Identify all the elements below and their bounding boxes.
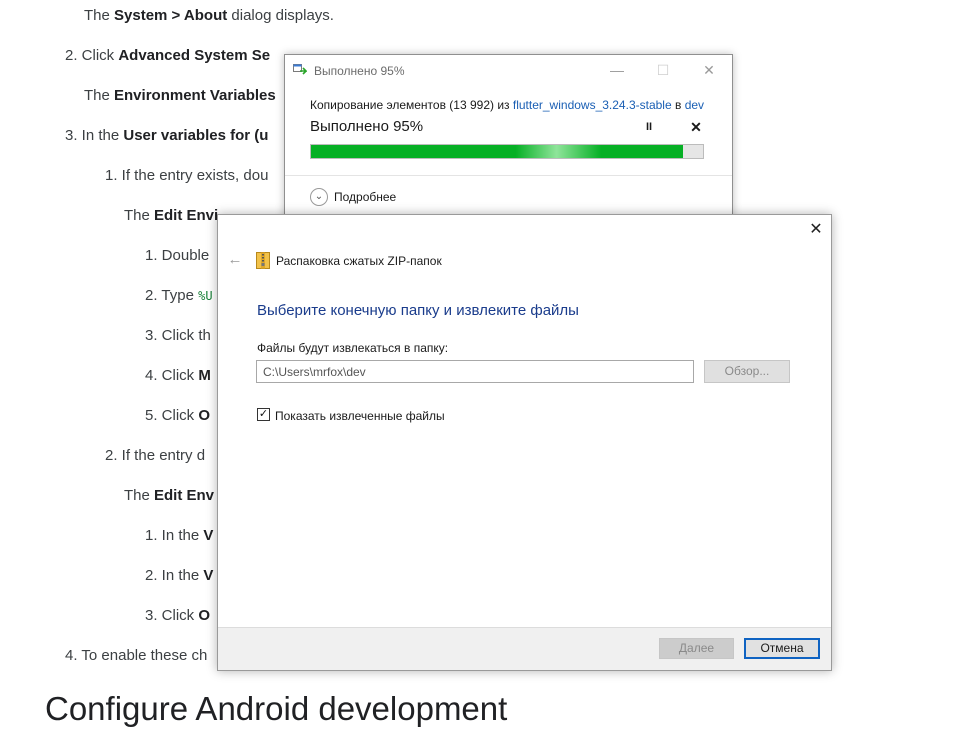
minimize-button[interactable]: — xyxy=(594,55,640,85)
doc-bold-text: M xyxy=(198,367,211,384)
wizard-title: Распаковка сжатых ZIP-папок xyxy=(276,254,442,268)
destination-label: Файлы будут извлекаться в папку: xyxy=(257,341,449,355)
maximize-button: ☐ xyxy=(656,62,670,78)
copy-dialog-titlebar[interactable]: Выполнено 95% — ☐ ✕ xyxy=(285,55,732,85)
close-button[interactable]: ✕ xyxy=(801,215,831,245)
doc-bold-text: O xyxy=(198,607,211,624)
doc-text: 2. In the xyxy=(145,567,204,584)
copy-status: Выполнено 95% xyxy=(310,118,424,135)
doc-paragraph: The Edit Env xyxy=(124,486,214,506)
source-folder-link[interactable]: flutter_windows_3.24.3-stable xyxy=(513,98,672,112)
wizard-footer: Далее Отмена xyxy=(218,627,831,670)
copy-progress-dialog: Выполнено 95% — ☐ ✕ Копирование элементо… xyxy=(284,54,733,231)
more-details-label[interactable]: Подробнее xyxy=(334,190,396,204)
doc-step: 2. Click Advanced System Se xyxy=(65,46,270,66)
doc-text: 1. Double xyxy=(145,247,210,264)
stop-button[interactable]: ✕ xyxy=(688,119,704,135)
doc-substep: 5. Click O xyxy=(145,406,210,426)
doc-substep: 4. Click M xyxy=(145,366,211,386)
doc-text: 5. Click xyxy=(145,407,199,424)
doc-paragraph: The Edit Envi xyxy=(124,206,218,226)
doc-text: The xyxy=(84,7,115,24)
doc-bold-text: User variables for (u xyxy=(123,127,269,144)
doc-substep: 3. Click th xyxy=(145,326,211,346)
section-heading: Configure Android development xyxy=(45,690,508,727)
show-files-label[interactable]: Показать извлеченные файлы xyxy=(275,409,445,423)
doc-substep: 1. Double xyxy=(145,246,209,266)
doc-substep: 1. If the entry exists, dou xyxy=(105,166,268,186)
destination-folder-link[interactable]: dev xyxy=(685,98,704,112)
next-button[interactable]: Далее xyxy=(659,638,734,659)
divider xyxy=(285,175,732,176)
doc-bold-text: Edit Envi xyxy=(154,207,219,224)
doc-substep: 2. In the V xyxy=(145,566,213,586)
doc-text: 4. To enable these ch xyxy=(65,647,208,664)
destination-path-input[interactable] xyxy=(256,360,694,383)
copy-description: Копирование элементов (13 992) из flutte… xyxy=(310,98,704,112)
copy-icon xyxy=(293,64,307,75)
extract-zip-wizard: ✕ ← Распаковка сжатых ZIP-папок Выберите… xyxy=(217,214,832,671)
doc-text: 3. Click xyxy=(145,607,199,624)
progress-fill xyxy=(311,145,684,158)
doc-text: 1. If the entry exists, dou xyxy=(105,167,269,184)
doc-paragraph: The System > About dialog displays. xyxy=(84,6,334,26)
doc-substep: 2. Type %U xyxy=(145,286,213,306)
doc-substep: 1. In the V xyxy=(145,526,213,546)
doc-step: 4. To enable these ch xyxy=(65,646,207,666)
doc-step: 3. In the User variables for (u xyxy=(65,126,268,146)
doc-text: 3. In the xyxy=(65,127,124,144)
doc-paragraph: The Environment Variables xyxy=(84,86,276,106)
close-button[interactable]: ✕ xyxy=(686,55,732,85)
doc-bold-text: Edit Env xyxy=(154,487,215,504)
copy-description-text: в xyxy=(671,98,685,112)
doc-text: 2. Click xyxy=(65,47,119,64)
doc-text: dialog displays. xyxy=(227,7,334,24)
doc-bold-text: Environment Variables xyxy=(114,87,276,104)
doc-text: 3. Click th xyxy=(145,327,211,344)
cancel-button[interactable]: Отмена xyxy=(744,638,820,659)
doc-text: The xyxy=(124,207,155,224)
copy-progress-bar xyxy=(310,144,704,159)
doc-text: 2. If the entry d xyxy=(105,447,206,464)
doc-bold-text: Advanced System Se xyxy=(118,47,271,64)
wizard-heading: Выберите конечную папку и извлеките файл… xyxy=(257,302,579,319)
copy-description-text: Копирование элементов (13 992) из xyxy=(310,98,513,112)
doc-text: 4. Click xyxy=(145,367,199,384)
copy-dialog-title: Выполнено 95% xyxy=(314,64,405,78)
doc-substep: 2. If the entry d xyxy=(105,446,205,466)
back-arrow-icon[interactable]: ← xyxy=(226,251,244,269)
doc-bold-text: V xyxy=(203,567,214,584)
doc-text: 2. Type xyxy=(145,287,199,304)
doc-bold-text: V xyxy=(203,527,214,544)
doc-text: 1. In the xyxy=(145,527,204,544)
doc-bold-text: O xyxy=(198,407,211,424)
doc-bold-text: System > About xyxy=(114,7,228,24)
doc-text: The xyxy=(84,87,115,104)
chevron-down-icon[interactable]: ⌄ xyxy=(310,188,328,206)
pause-button[interactable]: II xyxy=(641,119,657,135)
doc-code: %U xyxy=(198,289,213,303)
zip-folder-icon xyxy=(256,252,270,269)
doc-text: The xyxy=(124,487,155,504)
browse-button[interactable]: Обзор... xyxy=(704,360,790,383)
show-files-checkbox[interactable]: ✓ xyxy=(257,408,270,421)
doc-substep: 3. Click O xyxy=(145,606,210,626)
